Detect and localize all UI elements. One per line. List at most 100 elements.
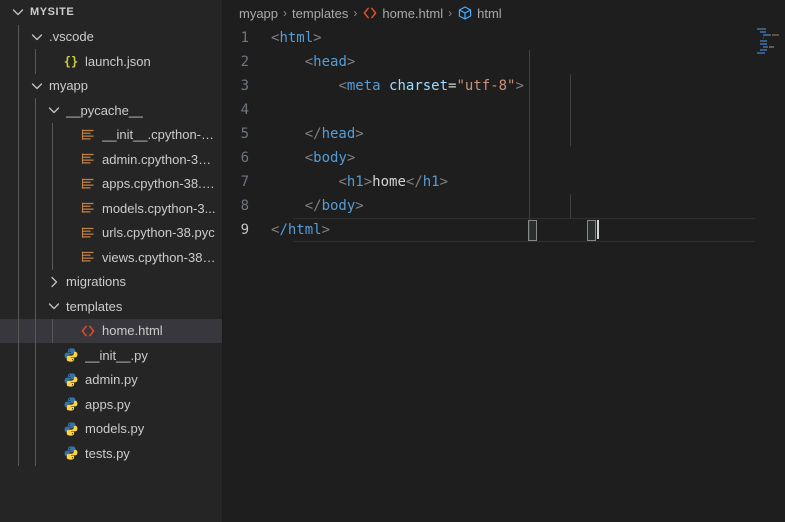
pyc-icon (79, 200, 97, 216)
explorer-file-models-py[interactable]: models.py (0, 416, 222, 441)
code-token: < (338, 78, 347, 94)
explorer-item-label: admin.py (85, 372, 138, 388)
explorer-item-label: views.cpython-38.p... (102, 249, 218, 265)
code-lines: 1 <html> 2 <head> 3 <meta charset="utf-8"> 4… (223, 26, 785, 242)
explorer-folder-templates[interactable]: templates (0, 294, 222, 319)
code-line: 6 <body> (223, 146, 785, 170)
code-line-content: </body> (271, 194, 785, 218)
line-number: 4 (240, 102, 249, 118)
code-token: body (313, 150, 347, 166)
code-line-content: <meta charset="utf-8"> (271, 74, 785, 98)
explorer-tree: MYSITE .vscode {} launch.json myapp __pycache… (0, 0, 222, 466)
breadcrumb-label: templates (292, 5, 349, 21)
code-editor[interactable]: 1 <html> 2 <head> 3 <meta charset="utf-8"> 4… (223, 26, 785, 522)
code-token: html (279, 30, 314, 46)
html-icon (79, 323, 97, 339)
explorer-file-init-cpython-38[interactable]: __init__.cpython-38... (0, 122, 222, 147)
breadcrumb-item-myapp[interactable]: myapp (239, 6, 278, 21)
chevron-down-icon[interactable] (29, 78, 45, 94)
line-number: 1 (240, 30, 249, 46)
explorer-file-apps-py[interactable]: apps.py (0, 392, 222, 417)
svg-text:{}: {} (64, 55, 78, 69)
code-line: 1 <html> (223, 26, 785, 50)
code-line-content: </head> (271, 122, 785, 146)
explorer-file-urls-cpython-38-pyc[interactable]: urls.cpython-38.pyc (0, 220, 222, 245)
pyc-icon (79, 176, 97, 192)
explorer-item-label: admin.cpython-38.... (102, 151, 218, 167)
breadcrumb-separator: › (353, 6, 358, 20)
code-token: > (321, 222, 331, 238)
explorer-item-label: apps.cpython-38.pyc (102, 176, 218, 192)
chevron-right-icon[interactable] (46, 274, 62, 290)
breadcrumb-item-home-html[interactable]: home.html (362, 5, 443, 21)
code-token: charset (389, 78, 449, 94)
chevron-down-icon[interactable] (29, 29, 45, 45)
code-line: 5 </head> (223, 122, 785, 146)
code-line-content: </html> (271, 218, 785, 242)
python-icon (62, 372, 80, 388)
python-icon (62, 445, 80, 461)
line-number: 3 (240, 78, 249, 94)
breadcrumb-label: html (477, 5, 502, 21)
explorer-file-apps-cpython-38-pyc[interactable]: apps.cpython-38.pyc (0, 171, 222, 196)
code-line-content: <h1>home</h1> (271, 170, 785, 194)
editor-area: myapp › templates › home.html › html 1 <html> 2 … (222, 0, 785, 522)
code-token: > (346, 150, 356, 166)
breadcrumb-separator: › (283, 6, 288, 20)
explorer-item-label: .vscode (49, 29, 94, 45)
explorer-file-launch-json[interactable]: {} launch.json (0, 49, 222, 74)
code-line: 9 </html> (223, 218, 785, 242)
explorer-item-label: tests.py (85, 445, 130, 461)
explorer-file-tests-py[interactable]: tests.py (0, 441, 222, 466)
code-token: </ (304, 198, 322, 214)
explorer-folder-pycache[interactable]: __pycache__ (0, 98, 222, 123)
explorer-file-views-cpython-38-p[interactable]: views.cpython-38.p... (0, 245, 222, 270)
explorer-file-models-cpython-3[interactable]: models.cpython-3... (0, 196, 222, 221)
explorer-file-admin-py[interactable]: admin.py (0, 367, 222, 392)
explorer-item-label: launch.json (85, 53, 151, 69)
code-token: > (355, 126, 364, 142)
code-line: 7 <h1>home</h1> (223, 170, 785, 194)
explorer-folder-myapp[interactable]: myapp (0, 73, 222, 98)
code-token: > (313, 30, 322, 46)
line-number: 2 (240, 54, 249, 70)
explorer-sidebar: MYSITE .vscode {} launch.json myapp __pycache… (0, 0, 222, 522)
code-line-content (271, 98, 785, 122)
code-token: > (363, 174, 373, 190)
line-number: 7 (240, 174, 249, 190)
breadcrumb-separator: › (448, 6, 453, 20)
code-line: 8 </body> (223, 194, 785, 218)
code-token: < (338, 174, 347, 190)
line-number: 8 (240, 198, 249, 214)
explorer-root-mysite[interactable]: MYSITE (0, 0, 222, 25)
code-line-content: <html> (271, 26, 785, 50)
explorer-file-init-py[interactable]: __init__.py (0, 343, 222, 368)
breadcrumb-item-html[interactable]: html (457, 5, 502, 21)
explorer-file-home-html[interactable]: home.html (0, 318, 222, 343)
line-number: 6 (240, 150, 249, 166)
code-token: head (321, 126, 356, 142)
chevron-down-icon[interactable] (10, 4, 26, 20)
python-icon (62, 421, 80, 437)
code-token: home (372, 174, 406, 190)
chevron-down-icon[interactable] (46, 102, 62, 118)
explorer-item-label: urls.cpython-38.pyc (102, 225, 215, 241)
code-token: body (321, 198, 356, 214)
explorer-folder-vscode[interactable]: .vscode (0, 24, 222, 49)
explorer-file-admin-cpython-38[interactable]: admin.cpython-38.... (0, 147, 222, 172)
code-token: > (439, 174, 449, 190)
breadcrumb-item-templates[interactable]: templates (292, 6, 348, 21)
code-token: </ (304, 126, 322, 142)
code-line-content: <body> (271, 146, 785, 170)
code-token: </ (405, 174, 423, 190)
code-token: > (355, 198, 364, 214)
explorer-folder-migrations[interactable]: migrations (0, 269, 222, 294)
code-token: > (346, 54, 356, 70)
chevron-down-icon[interactable] (46, 298, 62, 314)
code-token: /html (279, 222, 322, 238)
code-token: > (515, 78, 524, 94)
explorer-item-label: templates (66, 298, 123, 314)
